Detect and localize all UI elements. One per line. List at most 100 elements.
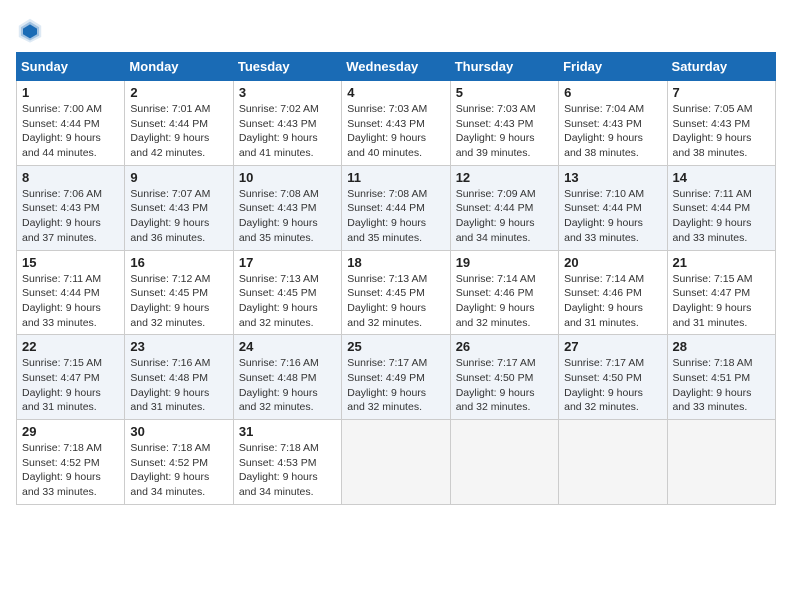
day-info: Sunrise: 7:17 AMSunset: 4:50 PMDaylight:… bbox=[564, 356, 661, 415]
day-number: 9 bbox=[130, 170, 227, 185]
day-info: Sunrise: 7:15 AMSunset: 4:47 PMDaylight:… bbox=[22, 356, 119, 415]
day-info: Sunrise: 7:11 AMSunset: 4:44 PMDaylight:… bbox=[22, 272, 119, 331]
day-number: 19 bbox=[456, 255, 553, 270]
day-number: 29 bbox=[22, 424, 119, 439]
calendar-cell: 17 Sunrise: 7:13 AMSunset: 4:45 PMDayligh… bbox=[233, 250, 341, 335]
day-info: Sunrise: 7:16 AMSunset: 4:48 PMDaylight:… bbox=[239, 356, 336, 415]
day-of-week-header: Thursday bbox=[450, 53, 558, 81]
day-number: 17 bbox=[239, 255, 336, 270]
calendar-week-row: 15 Sunrise: 7:11 AMSunset: 4:44 PMDayligh… bbox=[17, 250, 776, 335]
day-info: Sunrise: 7:05 AMSunset: 4:43 PMDaylight:… bbox=[673, 102, 770, 161]
day-info: Sunrise: 7:13 AMSunset: 4:45 PMDaylight:… bbox=[347, 272, 444, 331]
day-info: Sunrise: 7:03 AMSunset: 4:43 PMDaylight:… bbox=[347, 102, 444, 161]
day-info: Sunrise: 7:08 AMSunset: 4:44 PMDaylight:… bbox=[347, 187, 444, 246]
day-number: 10 bbox=[239, 170, 336, 185]
day-info: Sunrise: 7:17 AMSunset: 4:50 PMDaylight:… bbox=[456, 356, 553, 415]
calendar-cell bbox=[667, 420, 775, 505]
calendar-header-row: SundayMondayTuesdayWednesdayThursdayFrid… bbox=[17, 53, 776, 81]
day-info: Sunrise: 7:06 AMSunset: 4:43 PMDaylight:… bbox=[22, 187, 119, 246]
day-info: Sunrise: 7:03 AMSunset: 4:43 PMDaylight:… bbox=[456, 102, 553, 161]
calendar-week-row: 22Sunrise: 7:15 AMSunset: 4:47 PMDayligh… bbox=[17, 335, 776, 420]
day-info: Sunrise: 7:18 AMSunset: 4:51 PMDaylight:… bbox=[673, 356, 770, 415]
day-of-week-header: Monday bbox=[125, 53, 233, 81]
day-info: Sunrise: 7:07 AMSunset: 4:43 PMDaylight:… bbox=[130, 187, 227, 246]
calendar-cell: 27 Sunrise: 7:17 AMSunset: 4:50 PMDayligh… bbox=[559, 335, 667, 420]
page-header bbox=[16, 16, 776, 44]
day-number: 25 bbox=[347, 339, 444, 354]
day-info: Sunrise: 7:09 AMSunset: 4:44 PMDaylight:… bbox=[456, 187, 553, 246]
day-info: Sunrise: 7:18 AMSunset: 4:52 PMDaylight:… bbox=[130, 441, 227, 500]
day-info: Sunrise: 7:14 AMSunset: 4:46 PMDaylight:… bbox=[564, 272, 661, 331]
calendar-cell: 31 Sunrise: 7:18 AMSunset: 4:53 PMDayligh… bbox=[233, 420, 341, 505]
day-info: Sunrise: 7:10 AMSunset: 4:44 PMDaylight:… bbox=[564, 187, 661, 246]
day-of-week-header: Sunday bbox=[17, 53, 125, 81]
calendar-cell bbox=[559, 420, 667, 505]
calendar-table: SundayMondayTuesdayWednesdayThursdayFrid… bbox=[16, 52, 776, 505]
calendar-cell: 5 Sunrise: 7:03 AMSunset: 4:43 PMDaylight… bbox=[450, 81, 558, 166]
day-of-week-header: Tuesday bbox=[233, 53, 341, 81]
day-number: 28 bbox=[673, 339, 770, 354]
day-number: 2 bbox=[130, 85, 227, 100]
logo bbox=[16, 16, 48, 44]
day-number: 15 bbox=[22, 255, 119, 270]
day-number: 26 bbox=[456, 339, 553, 354]
day-info: Sunrise: 7:16 AMSunset: 4:48 PMDaylight:… bbox=[130, 356, 227, 415]
day-number: 23 bbox=[130, 339, 227, 354]
day-number: 7 bbox=[673, 85, 770, 100]
calendar-cell: 21Sunrise: 7:15 AMSunset: 4:47 PMDayligh… bbox=[667, 250, 775, 335]
calendar-cell: 29 Sunrise: 7:18 AMSunset: 4:52 PMDayligh… bbox=[17, 420, 125, 505]
day-number: 16 bbox=[130, 255, 227, 270]
day-info: Sunrise: 7:15 AMSunset: 4:47 PMDaylight:… bbox=[673, 272, 770, 331]
day-info: Sunrise: 7:04 AMSunset: 4:43 PMDaylight:… bbox=[564, 102, 661, 161]
calendar-cell: 3 Sunrise: 7:02 AMSunset: 4:43 PMDaylight… bbox=[233, 81, 341, 166]
day-info: Sunrise: 7:11 AMSunset: 4:44 PMDaylight:… bbox=[673, 187, 770, 246]
calendar-cell: 25 Sunrise: 7:17 AMSunset: 4:49 PMDayligh… bbox=[342, 335, 450, 420]
day-info: Sunrise: 7:01 AMSunset: 4:44 PMDaylight:… bbox=[130, 102, 227, 161]
day-number: 5 bbox=[456, 85, 553, 100]
day-info: Sunrise: 7:14 AMSunset: 4:46 PMDaylight:… bbox=[456, 272, 553, 331]
day-info: Sunrise: 7:18 AMSunset: 4:53 PMDaylight:… bbox=[239, 441, 336, 500]
calendar-cell: 11 Sunrise: 7:08 AMSunset: 4:44 PMDayligh… bbox=[342, 165, 450, 250]
day-number: 4 bbox=[347, 85, 444, 100]
calendar-week-row: 8 Sunrise: 7:06 AMSunset: 4:43 PMDaylight… bbox=[17, 165, 776, 250]
calendar-cell: 4 Sunrise: 7:03 AMSunset: 4:43 PMDaylight… bbox=[342, 81, 450, 166]
day-number: 30 bbox=[130, 424, 227, 439]
calendar-cell: 24Sunrise: 7:16 AMSunset: 4:48 PMDayligh… bbox=[233, 335, 341, 420]
day-number: 6 bbox=[564, 85, 661, 100]
calendar-cell: 1Sunrise: 7:00 AMSunset: 4:44 PMDaylight… bbox=[17, 81, 125, 166]
day-info: Sunrise: 7:18 AMSunset: 4:52 PMDaylight:… bbox=[22, 441, 119, 500]
calendar-week-row: 1Sunrise: 7:00 AMSunset: 4:44 PMDaylight… bbox=[17, 81, 776, 166]
day-number: 11 bbox=[347, 170, 444, 185]
calendar-cell: 8 Sunrise: 7:06 AMSunset: 4:43 PMDaylight… bbox=[17, 165, 125, 250]
day-number: 13 bbox=[564, 170, 661, 185]
calendar-cell: 16 Sunrise: 7:12 AMSunset: 4:45 PMDayligh… bbox=[125, 250, 233, 335]
calendar-cell: 6 Sunrise: 7:04 AMSunset: 4:43 PMDaylight… bbox=[559, 81, 667, 166]
day-info: Sunrise: 7:00 AMSunset: 4:44 PMDaylight:… bbox=[22, 102, 119, 161]
day-number: 8 bbox=[22, 170, 119, 185]
day-number: 31 bbox=[239, 424, 336, 439]
calendar-cell: 30 Sunrise: 7:18 AMSunset: 4:52 PMDayligh… bbox=[125, 420, 233, 505]
day-number: 12 bbox=[456, 170, 553, 185]
calendar-cell: 9 Sunrise: 7:07 AMSunset: 4:43 PMDaylight… bbox=[125, 165, 233, 250]
calendar-cell: 12 Sunrise: 7:09 AMSunset: 4:44 PMDayligh… bbox=[450, 165, 558, 250]
calendar-cell: 7 Sunrise: 7:05 AMSunset: 4:43 PMDaylight… bbox=[667, 81, 775, 166]
calendar-cell: 23 Sunrise: 7:16 AMSunset: 4:48 PMDayligh… bbox=[125, 335, 233, 420]
day-info: Sunrise: 7:12 AMSunset: 4:45 PMDaylight:… bbox=[130, 272, 227, 331]
calendar-week-row: 29 Sunrise: 7:18 AMSunset: 4:52 PMDayligh… bbox=[17, 420, 776, 505]
day-info: Sunrise: 7:13 AMSunset: 4:45 PMDaylight:… bbox=[239, 272, 336, 331]
calendar-cell bbox=[450, 420, 558, 505]
calendar-cell: 28 Sunrise: 7:18 AMSunset: 4:51 PMDayligh… bbox=[667, 335, 775, 420]
day-number: 20 bbox=[564, 255, 661, 270]
calendar-cell: 14 Sunrise: 7:11 AMSunset: 4:44 PMDayligh… bbox=[667, 165, 775, 250]
day-info: Sunrise: 7:17 AMSunset: 4:49 PMDaylight:… bbox=[347, 356, 444, 415]
day-number: 3 bbox=[239, 85, 336, 100]
day-info: Sunrise: 7:02 AMSunset: 4:43 PMDaylight:… bbox=[239, 102, 336, 161]
day-of-week-header: Saturday bbox=[667, 53, 775, 81]
day-number: 27 bbox=[564, 339, 661, 354]
day-number: 14 bbox=[673, 170, 770, 185]
day-number: 18 bbox=[347, 255, 444, 270]
calendar-cell: 20 Sunrise: 7:14 AMSunset: 4:46 PMDayligh… bbox=[559, 250, 667, 335]
calendar-cell bbox=[342, 420, 450, 505]
calendar-cell: 26 Sunrise: 7:17 AMSunset: 4:50 PMDayligh… bbox=[450, 335, 558, 420]
calendar-cell: 18 Sunrise: 7:13 AMSunset: 4:45 PMDayligh… bbox=[342, 250, 450, 335]
